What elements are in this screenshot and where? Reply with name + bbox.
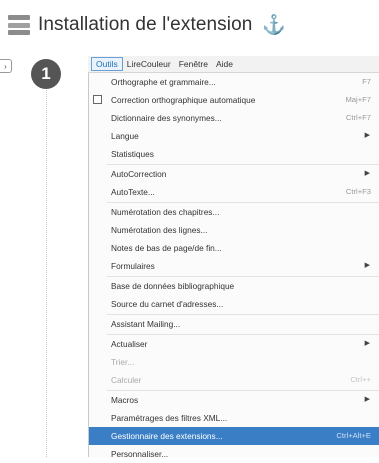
menu-bars-icon bbox=[8, 15, 30, 35]
menu-item-personnaliser[interactable]: Personnaliser... bbox=[89, 445, 379, 463]
menubar-item-aide[interactable]: Aide bbox=[212, 57, 237, 71]
menubar-item-fenetre[interactable]: Fenêtre bbox=[175, 57, 212, 71]
menu-item-notes-bas-page[interactable]: Notes de bas de page/de fin... bbox=[89, 239, 379, 257]
menu-item-autotexte[interactable]: AutoTexte... Ctrl+F3 bbox=[89, 183, 379, 201]
menubar-item-lirecouleur[interactable]: LireCouleur bbox=[123, 57, 175, 71]
collapse-arrow-icon[interactable]: › bbox=[0, 59, 12, 73]
menu-item-numerotation-chapitres[interactable]: Numérotation des chapitres... bbox=[89, 203, 379, 221]
step-number-badge: 1 bbox=[31, 59, 61, 89]
submenu-arrow-icon: ▶ bbox=[364, 170, 370, 177]
menubar-item-outils[interactable]: Outils bbox=[91, 57, 123, 71]
menu-item-formulaires[interactable]: Formulaires ▶ bbox=[89, 257, 379, 275]
menu-item-correction-auto[interactable]: Correction orthographique automatique Ma… bbox=[89, 91, 379, 109]
menu-item-base-donnees-biblio[interactable]: Base de données bibliographique bbox=[89, 277, 379, 295]
menu-item-calculer: Calculer Ctrl++ bbox=[111, 375, 371, 385]
menu-item-autocorrection[interactable]: AutoCorrection ▶ bbox=[89, 165, 379, 183]
menubar: Outils LireCouleur Fenêtre Aide bbox=[88, 56, 379, 72]
outils-dropdown-menu: Orthographe et grammaire... F7 Correctio… bbox=[88, 72, 379, 459]
menu-item-filtres-xml[interactable]: Paramétrages des filtres XML... bbox=[89, 409, 379, 427]
menu-item-gestionnaire-extensions[interactable]: Gestionnaire des extensions... Ctrl+Alt+… bbox=[89, 427, 379, 445]
menu-item-source-carnet[interactable]: Source du carnet d'adresses... bbox=[89, 295, 379, 313]
menu-item-actualiser[interactable]: Actualiser ▶ bbox=[89, 335, 379, 353]
submenu-arrow-icon: ▶ bbox=[364, 262, 370, 269]
menu-item-dictionnaire[interactable]: Dictionnaire des synonymes... Ctrl+F7 bbox=[89, 109, 379, 127]
anchor-icon: ⚓ bbox=[262, 15, 287, 36]
submenu-arrow-icon: ▶ bbox=[364, 132, 370, 139]
checkbox-icon[interactable] bbox=[93, 95, 102, 104]
menu-item-statistiques[interactable]: Statistiques bbox=[89, 145, 379, 163]
menu-item-orthographe[interactable]: Orthographe et grammaire... F7 bbox=[89, 73, 379, 91]
submenu-arrow-icon: ▶ bbox=[364, 340, 370, 347]
menu-item-assistant-mailing[interactable]: Assistant Mailing... bbox=[89, 315, 379, 333]
menu-item-numerotation-lignes[interactable]: Numérotation des lignes... bbox=[89, 221, 379, 239]
submenu-arrow-icon: ▶ bbox=[364, 396, 370, 403]
menu-item-trier: Trier... bbox=[111, 357, 135, 367]
step-connector-line bbox=[46, 88, 47, 457]
menu-item-macros[interactable]: Macros ▶ bbox=[89, 391, 379, 409]
page-title: Installation de l'extension bbox=[38, 14, 253, 35]
header: Installation de l'extension ⚓ bbox=[8, 12, 286, 38]
menu-item-langue[interactable]: Langue ▶ bbox=[89, 127, 379, 145]
